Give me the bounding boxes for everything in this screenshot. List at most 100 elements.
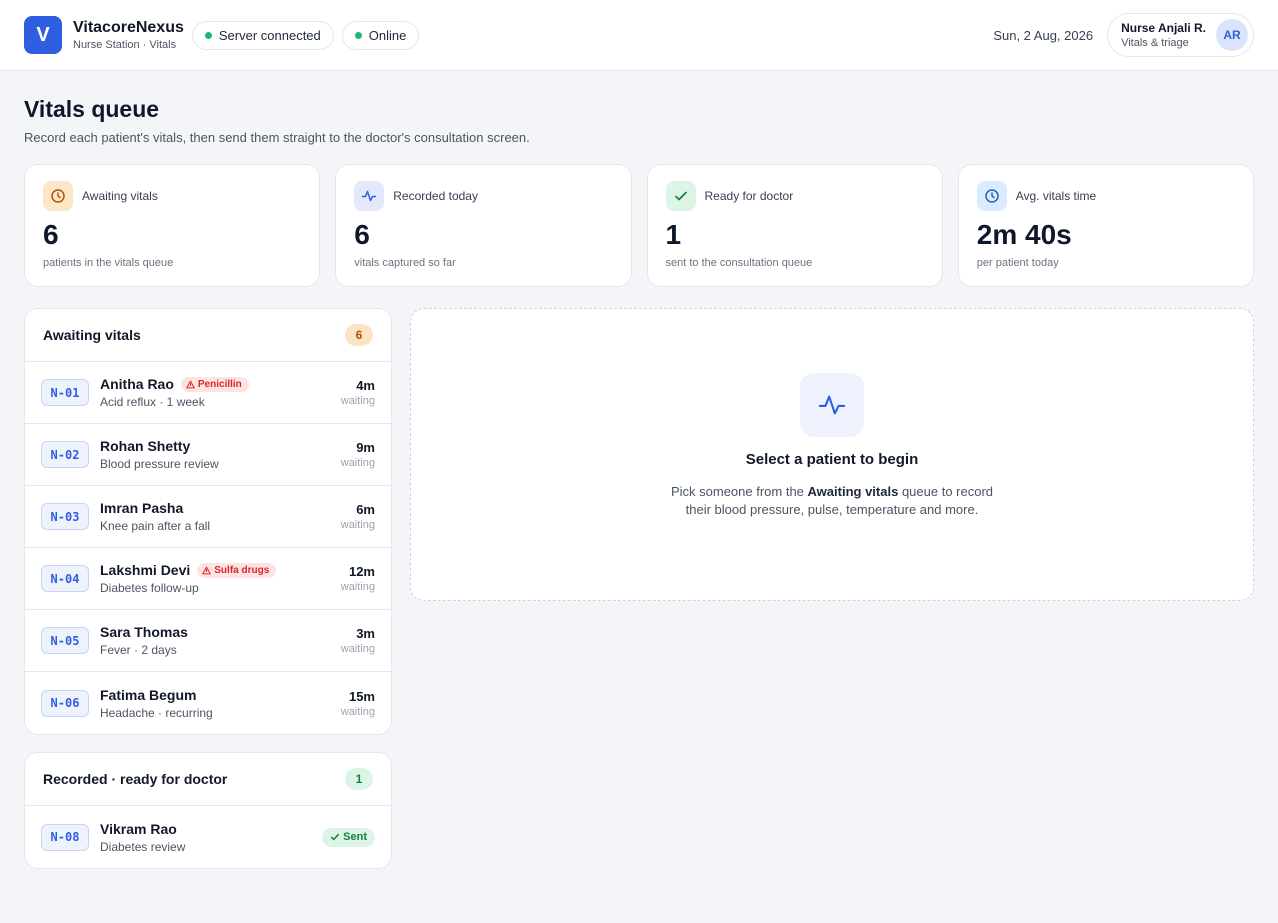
warning-icon <box>202 566 214 575</box>
warning-icon <box>186 380 198 389</box>
patient-info: Sara Thomas Fever · 2 days <box>100 624 341 657</box>
patient-reason: Fever · 2 days <box>100 643 177 657</box>
allergy-badge: Sulfa drugs <box>197 562 277 578</box>
wait-value: 15m <box>348 688 375 704</box>
patient-token: N-03 <box>41 503 89 530</box>
patient-reason: Acid reflux · 1 week <box>100 395 205 409</box>
user-role: Vitals & triage <box>1121 37 1189 49</box>
wait-value: 12m <box>348 564 375 579</box>
wait-value: 9m <box>356 440 375 455</box>
server-status-text: Server connected <box>218 27 321 43</box>
pulse-icon <box>800 373 864 437</box>
recorded-count-badge: 1 <box>345 768 373 790</box>
wait-time: 12m waiting <box>341 564 375 593</box>
patient-name-line: Fatima Begum <box>100 687 341 703</box>
status-dot-icon <box>354 31 362 39</box>
stats-row: Awaiting vitals 6 patients in the vitals… <box>24 164 1254 287</box>
wait-value: 3m <box>356 626 375 641</box>
stat-note: vitals captured so far <box>354 257 456 269</box>
stat-note: per patient today <box>976 257 1059 269</box>
patient-name: Rohan Shetty <box>100 438 191 454</box>
clock-icon <box>976 181 1007 211</box>
app-logo[interactable]: V <box>24 16 62 54</box>
content-area: Awaiting vitals 6 N-01 Anitha Rao Penicill… <box>24 308 1254 869</box>
patient-info: Lakshmi Devi Sulfa drugs Diabetes follow-u… <box>100 562 341 595</box>
patient-name: Sara Thomas <box>100 624 188 640</box>
avatar: AR <box>1216 19 1248 51</box>
patient-row[interactable]: N-05 Sara Thomas Fever · 2 days 3m waiting <box>25 610 391 672</box>
wait-value: 4m <box>356 378 375 393</box>
patient-row[interactable]: N-01 Anitha Rao Penicillin Acid reflux · 1 … <box>25 362 391 424</box>
stat-note: sent to the consultation queue <box>665 257 813 269</box>
patient-row[interactable]: N-02 Rohan Shetty Blood pressure review 9m w… <box>25 424 391 486</box>
patient-name: Imran Pasha <box>100 500 184 516</box>
stat-card-ready: Ready for doctor 1 sent to the consultat… <box>646 164 943 287</box>
patient-name-line: Anitha Rao Penicillin <box>100 376 341 392</box>
patient-token: N-04 <box>41 565 89 592</box>
patient-reason: Blood pressure review <box>100 457 219 471</box>
patient-token: N-01 <box>41 379 89 406</box>
online-status-pill: Online <box>341 20 420 50</box>
patient-name: Lakshmi Devi <box>100 562 191 578</box>
patient-row[interactable]: N-08 Vikram Rao Diabetes review Sent <box>25 806 391 868</box>
wait-time: 3m waiting <box>341 626 375 655</box>
patient-token: N-08 <box>41 823 89 851</box>
stat-label: Awaiting vitals <box>82 189 158 203</box>
recorded-panel: Recorded · ready for doctor 1 N-08 Vikram… <box>24 752 392 869</box>
patient-reason: Headache · recurring <box>100 705 213 720</box>
patient-name-line: Lakshmi Devi Sulfa drugs <box>100 562 341 578</box>
sent-status-text: Sent <box>343 831 367 843</box>
patient-token: N-05 <box>41 627 89 654</box>
page-subtitle: Record each patient's vitals, then send … <box>24 130 530 145</box>
patient-reason: Diabetes review <box>100 839 186 854</box>
sent-status-badge: Sent <box>322 827 375 847</box>
allergy-text: Sulfa drugs <box>214 564 270 576</box>
wait-time: 9m waiting <box>341 440 375 469</box>
patient-reason: Diabetes follow-up <box>100 581 199 595</box>
allergy-badge: Penicillin <box>180 376 249 392</box>
stat-value: 6 <box>43 219 59 250</box>
wait-time: 15m waiting <box>341 689 375 718</box>
patient-name-line: Sara Thomas <box>100 624 341 640</box>
patient-row[interactable]: N-06 Fatima Begum Headache · recurring 15m w… <box>25 672 391 734</box>
allergy-text: Penicillin <box>197 378 242 390</box>
queue-count-badge: 6 <box>345 324 373 346</box>
patient-info: Vikram Rao Diabetes review <box>100 821 322 854</box>
user-name: Nurse Anjali R. <box>1121 21 1206 35</box>
empty-state-text: Pick someone from the Awaiting vitals qu… <box>670 484 994 517</box>
patient-name-line: Rohan Shetty <box>100 438 341 454</box>
stat-card-avg-time: Avg. vitals time 2m 40s per patient toda… <box>957 164 1254 287</box>
patient-token: N-06 <box>41 689 89 717</box>
empty-state-panel: Select a patient to begin Pick someone f… <box>410 308 1254 601</box>
wait-value: 6m <box>356 502 375 517</box>
patient-row[interactable]: N-03 Imran Pasha Knee pain after a fall 6m w… <box>25 486 391 548</box>
brand: VitacoreNexus Nurse Station · Vitals <box>73 19 184 51</box>
stat-value: 6 <box>354 219 370 250</box>
stat-note: patients in the vitals queue <box>43 257 174 269</box>
awaiting-vitals-panel: Awaiting vitals 6 N-01 Anitha Rao Penicill… <box>24 308 392 735</box>
current-date: Sun, 2 Aug, 2026 <box>993 27 1094 43</box>
stat-value: 2m 40s <box>976 219 1072 250</box>
wait-label: waiting <box>340 395 375 407</box>
patient-name-line: Imran Pasha <box>100 500 341 516</box>
panel-header: Awaiting vitals 6 <box>25 309 391 362</box>
wait-label: waiting <box>340 581 375 593</box>
empty-state-emphasis: Awaiting vitals <box>807 484 899 499</box>
patient-name: Vikram Rao <box>100 820 177 837</box>
panel-title: Recorded · ready for doctor <box>43 771 228 787</box>
stat-label: Avg. vitals time <box>1015 189 1097 203</box>
online-status-text: Online <box>368 27 407 43</box>
check-icon <box>330 832 343 842</box>
stat-label: Recorded today <box>393 189 478 203</box>
patient-name: Anitha Rao <box>100 376 174 392</box>
patient-name-line: Vikram Rao <box>100 821 322 837</box>
app-name: VitacoreNexus <box>73 19 184 36</box>
panel-title: Awaiting vitals <box>43 327 141 343</box>
user-menu[interactable]: Nurse Anjali R. Vitals & triage AR <box>1107 13 1254 57</box>
patient-reason: Knee pain after a fall <box>100 519 211 533</box>
queue-column: Awaiting vitals 6 N-01 Anitha Rao Penicill… <box>24 308 392 869</box>
patient-row[interactable]: N-04 Lakshmi Devi Sulfa drugs Diabetes foll… <box>25 548 391 610</box>
wait-time: 4m waiting <box>341 378 375 407</box>
pulse-icon <box>354 181 385 211</box>
app-subtitle: Nurse Station · Vitals <box>73 39 177 51</box>
